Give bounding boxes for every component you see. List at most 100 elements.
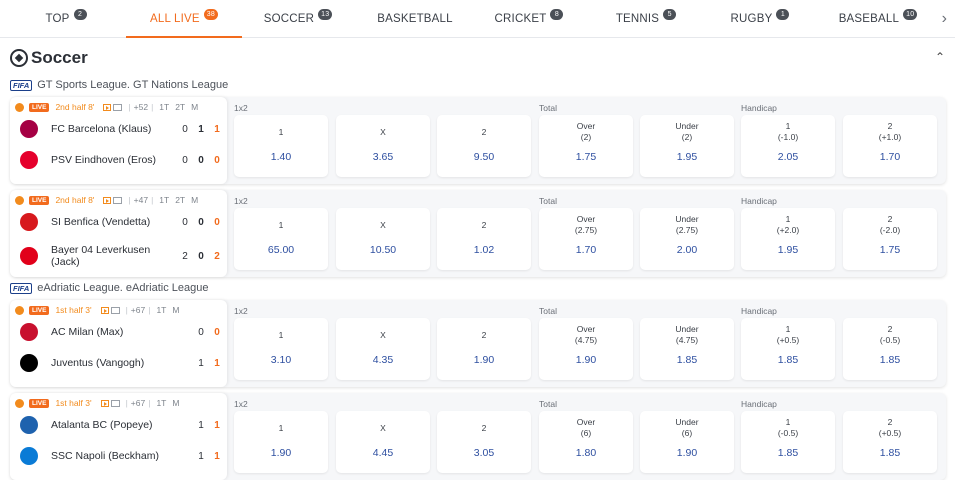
odds-button[interactable]: 1 (+0.5) 1.85 [741,318,835,380]
tab-tennis[interactable]: TENNIS 5 [612,0,680,38]
sport-tabs: TOP 2 ALL LIVE 38 SOCCER 13 BASKETBALL CRIC… [0,0,955,38]
tab-all-live[interactable]: ALL LIVE 38 [126,0,242,38]
stats-icon[interactable] [113,196,123,204]
tab-count: 8 [550,8,564,20]
odds-button[interactable]: Over (6) 1.80 [539,411,633,473]
odds-button[interactable]: 1 3.10 [234,318,328,380]
odds-button[interactable]: 1 1.90 [234,411,328,473]
odds-button[interactable]: 2 (+0.5) 1.85 [843,411,937,473]
odds-label: Under (4.75) [640,324,734,346]
score-header-2t: 2T [175,195,186,205]
odds-label: 1 [234,220,328,231]
market-label-1x2: 1x2 [234,196,248,206]
stream-icon[interactable] [103,103,112,111]
stats-icon[interactable] [113,103,123,111]
match-info[interactable]: LIVE 2nd half 8' | +52 | 1T 2T M FC Barcelona (K… [10,97,227,184]
odds-label: 2 [437,127,531,138]
odds-button[interactable]: 1 (-0.5) 1.85 [741,411,835,473]
odds-button[interactable]: 2 (+1.0) 1.70 [843,115,937,177]
odds-button[interactable]: Over (4.75) 1.90 [539,318,633,380]
stats-icon[interactable] [110,306,120,314]
tab-top[interactable]: TOP 2 [36,0,96,38]
tab-basketball[interactable]: BASKETBALL [370,0,460,38]
odds-outcome: 2 [481,127,487,137]
odds-outcome: Under [675,324,699,334]
more-markets[interactable]: +67 [131,398,145,408]
odds-outcome: X [380,127,386,137]
more-markets[interactable]: +47 [134,195,148,205]
odds-value: 1.75 [879,244,901,256]
odds-value: 1.02 [473,244,495,256]
match-info[interactable]: LIVE 2nd half 8' | +47 | 1T 2T M SI Benfica (Ven… [10,190,227,277]
odds-value: 3.05 [473,447,495,459]
odds-label: 1 (+0.5) [741,324,835,346]
odds-label: X [336,330,430,341]
odds-button[interactable]: X 4.35 [336,318,430,380]
market-label-total: Total [539,196,557,206]
more-markets[interactable]: +52 [134,102,148,112]
odds-outcome: Over [576,121,596,131]
odds-button[interactable]: Over (2.75) 1.70 [539,208,633,270]
soccer-ball-icon [10,49,28,67]
odds-button[interactable]: 1 (-1.0) 2.05 [741,115,835,177]
chevron-up-icon[interactable]: ⌃ [935,50,945,64]
chevron-right-icon[interactable]: › [942,10,947,28]
odds-button[interactable]: 2 (-2.0) 1.75 [843,208,937,270]
market-label-1x2: 1x2 [234,103,248,113]
team-name: SSC Napoli (Beckham) [51,450,159,462]
odds-button[interactable]: 2 (-0.5) 1.85 [843,318,937,380]
match-period: 2nd half 8' [55,195,95,205]
odds-label: 2 (-0.5) [843,324,937,346]
odds-value: 1.80 [575,447,597,459]
odds-value: 1.90 [575,354,597,366]
tab-rugby[interactable]: RUGBY 1 [728,0,792,38]
odds-button[interactable]: 2 1.02 [437,208,531,270]
tab-baseball[interactable]: BASEBALL 10 [836,0,920,38]
score-match: 1 [214,123,220,135]
more-markets[interactable]: +67 [131,305,145,315]
odds-line: (-0.5) [879,335,901,345]
odds-button[interactable]: 1 1.40 [234,115,328,177]
odds-button[interactable]: Over (2) 1.75 [539,115,633,177]
odds-button[interactable]: Under (2) 1.95 [640,115,734,177]
stream-icon[interactable] [103,196,112,204]
team-row-away: Bayer 04 Leverkusen (Jack) 2 0 2 [20,244,225,268]
league-name: GT Sports League. GT Nations League [37,79,229,91]
odds-button[interactable]: 2 9.50 [437,115,531,177]
odds-button[interactable]: X 10.50 [336,208,430,270]
stats-icon[interactable] [110,399,120,407]
team-row-away: Juventus (Vangogh) 1 1 [20,354,225,372]
odds-button[interactable]: Under (6) 1.90 [640,411,734,473]
odds-value: 1.85 [777,447,799,459]
team-name: AC Milan (Max) [51,326,124,338]
odds-button[interactable]: X 4.45 [336,411,430,473]
stream-icon[interactable] [100,399,109,407]
odds-button[interactable]: 1 (+2.0) 1.95 [741,208,835,270]
team-name: Atalanta BC (Popeye) [51,419,153,431]
odds-outcome: 1 [278,330,284,340]
live-badge: LIVE [29,195,50,205]
tab-cricket[interactable]: CRICKET 8 [494,0,564,38]
market-label-handicap: Handicap [741,306,777,316]
score-1t: 0 [182,216,188,228]
odds-label: 1 [234,423,328,434]
stream-icon[interactable] [100,306,109,314]
match-info[interactable]: LIVE 1st half 3' | +67 | 1T M AC Milan (Max) 0 0 J… [10,300,227,387]
odds-value: 1.40 [270,151,292,163]
match-info[interactable]: LIVE 1st half 3' | +67 | 1T M Atalanta BC (Pope… [10,393,227,480]
odds-button[interactable]: Under (4.75) 1.85 [640,318,734,380]
odds-button[interactable]: 1 65.00 [234,208,328,270]
odds-value: 1.85 [879,447,901,459]
team-row-away: PSV Eindhoven (Eros) 0 0 0 [20,151,225,169]
market-label-total: Total [539,399,557,409]
tab-soccer[interactable]: SOCCER 13 [258,0,338,38]
score-match: 0 [214,154,220,166]
score-1t: 1 [198,357,204,369]
odds-value: 1.85 [777,354,799,366]
odds-button[interactable]: Under (2.75) 2.00 [640,208,734,270]
tab-count: 13 [318,8,333,20]
odds-button[interactable]: X 3.65 [336,115,430,177]
odds-button[interactable]: 2 3.05 [437,411,531,473]
odds-label: 1 [234,127,328,138]
odds-button[interactable]: 2 1.90 [437,318,531,380]
